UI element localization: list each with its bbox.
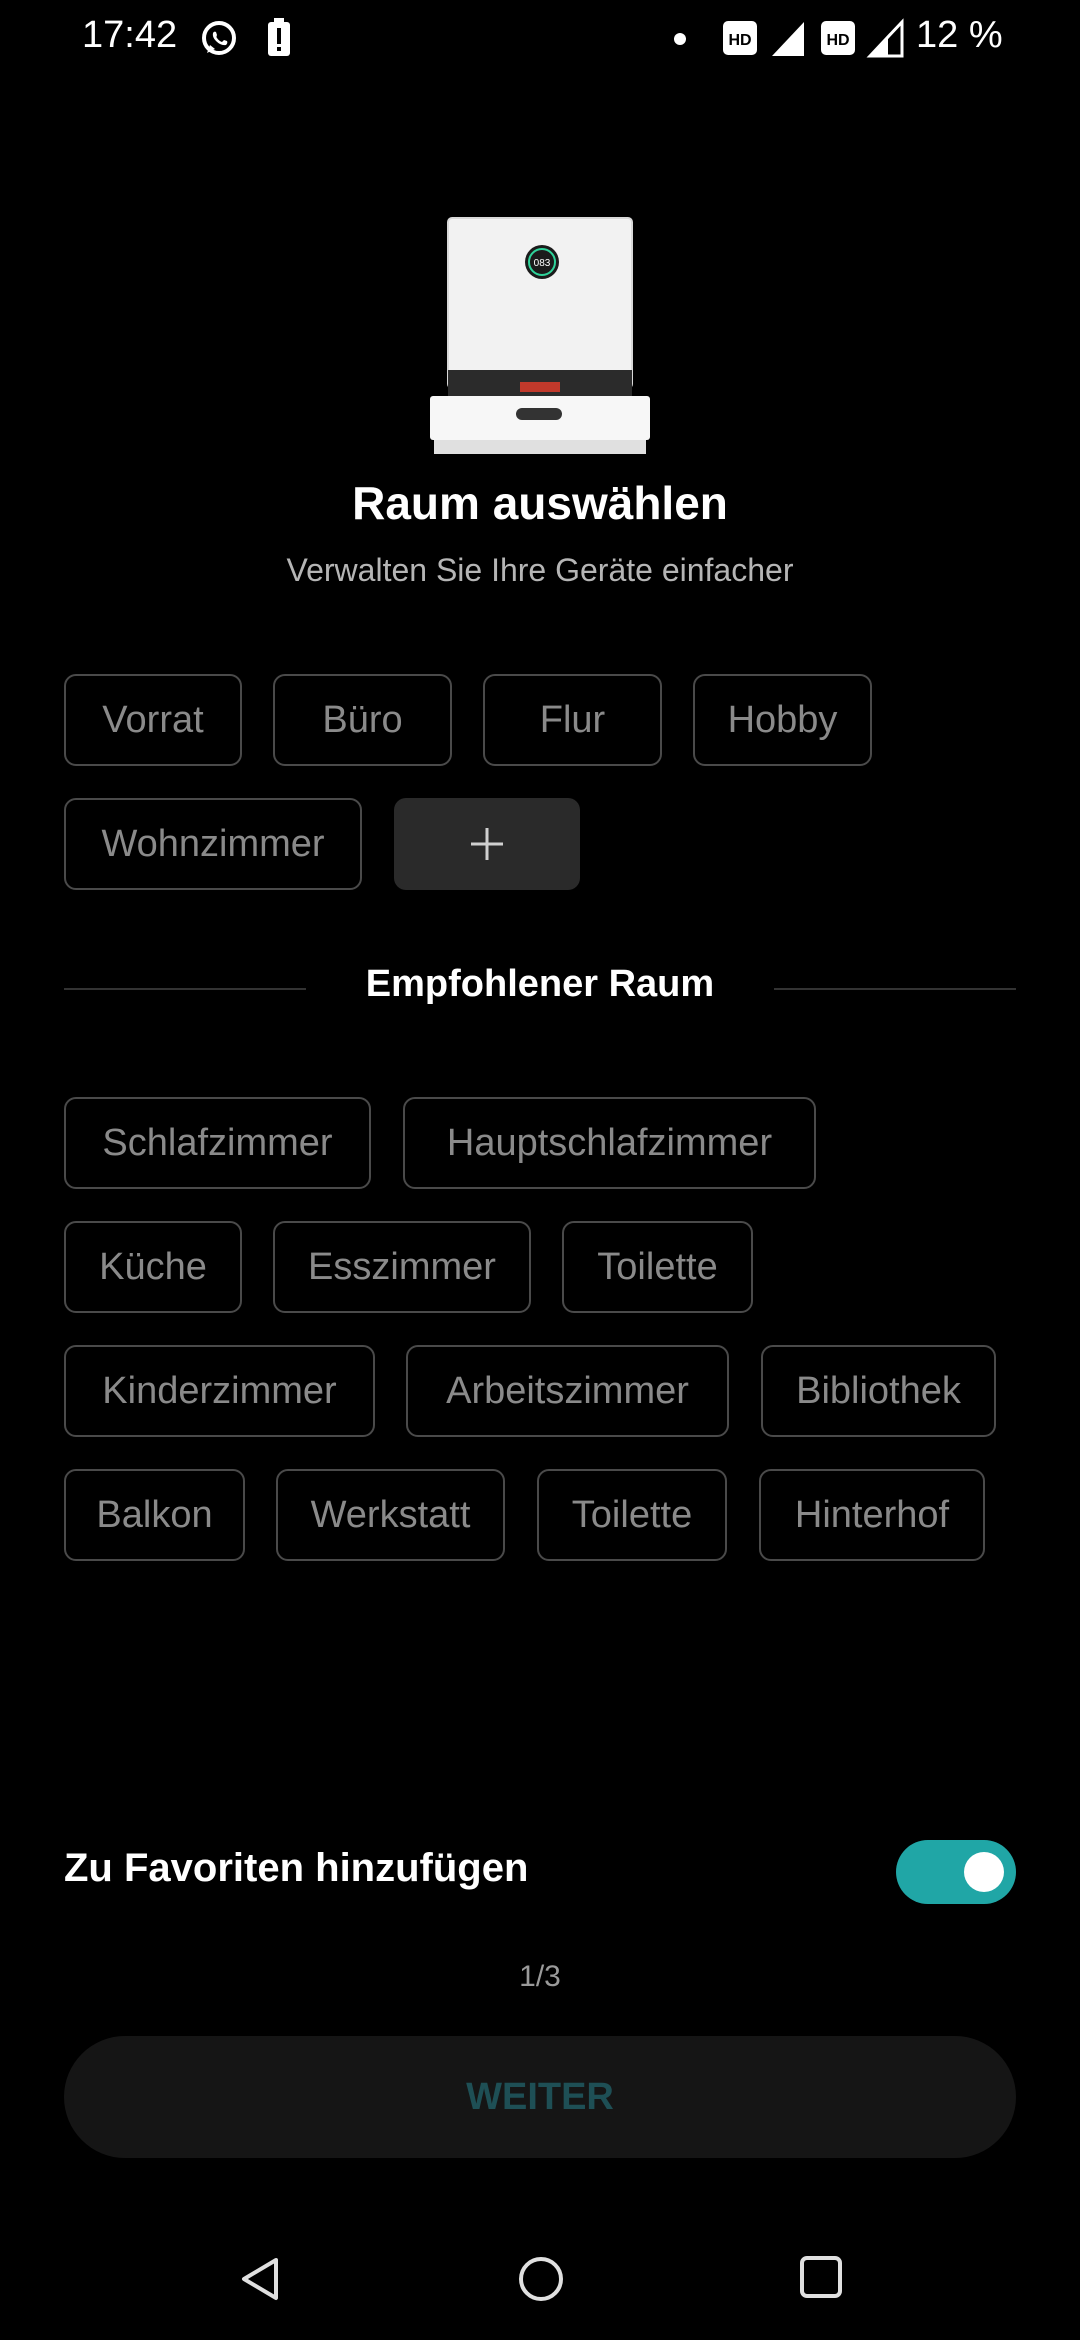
signal-icon [768,18,808,58]
status-time: 17:42 [82,14,178,56]
divider-right [774,988,1016,990]
page-title: Raum auswählen [352,477,728,529]
recommended-chip-hinterhof[interactable]: Hinterhof [759,1469,985,1561]
hd-icon: HD [820,20,856,56]
recents-icon[interactable] [798,2254,844,2300]
add-room-button[interactable] [394,798,580,890]
plus-icon [467,824,507,864]
recommended-chip-werkstatt[interactable]: Werkstatt [276,1469,505,1561]
page-subtitle: Verwalten Sie Ihre Geräte einfacher [286,552,794,588]
page-indicator: 1/3 [519,1960,561,1993]
room-chip-buero[interactable]: Büro [273,674,452,766]
recommended-chip-kinderzimmer[interactable]: Kinderzimmer [64,1345,375,1437]
recommended-chip-kueche[interactable]: Küche [64,1221,242,1313]
svg-text:HD: HD [728,32,751,49]
status-bar: 17:42 HD HD 12 % [0,0,1080,80]
navigation-bar [0,2230,1080,2340]
whatsapp-icon [198,18,240,60]
hd-icon: HD [722,20,758,56]
favorites-toggle[interactable] [896,1840,1016,1904]
recommended-chip-arbeitszimmer[interactable]: Arbeitszimmer [406,1345,729,1437]
alert-icon [266,18,292,58]
recommended-chip-toilette[interactable]: Toilette [562,1221,753,1313]
recommended-chip-bibliothek[interactable]: Bibliothek [761,1345,996,1437]
toggle-knob [964,1852,1004,1892]
room-chip-flur[interactable]: Flur [483,674,662,766]
favorites-label: Zu Favoriten hinzufügen [64,1846,529,1890]
battery-percent: 12 % [916,14,1003,56]
recommended-chip-balkon[interactable]: Balkon [64,1469,245,1561]
recommended-chip-hauptschlafzimmer[interactable]: Hauptschlafzimmer [403,1097,816,1189]
svg-text:HD: HD [826,32,849,49]
recommended-title: Empfohlener Raum [365,963,715,1005]
home-icon[interactable] [516,2254,566,2304]
recommended-chip-schlafzimmer[interactable]: Schlafzimmer [64,1097,371,1189]
recommended-chip-esszimmer[interactable]: Esszimmer [273,1221,531,1313]
room-chip-hobby[interactable]: Hobby [693,674,872,766]
dot-icon [674,33,686,45]
robot-station-image: 083 [420,210,660,460]
svg-text:083: 083 [534,258,551,269]
back-icon[interactable] [236,2254,284,2304]
signal-icon [866,18,906,58]
room-chip-wohnzimmer[interactable]: Wohnzimmer [64,798,362,890]
next-button[interactable]: WEITER [64,2036,1016,2158]
room-chip-vorrat[interactable]: Vorrat [64,674,242,766]
recommended-chip-toilette-2[interactable]: Toilette [537,1469,727,1561]
